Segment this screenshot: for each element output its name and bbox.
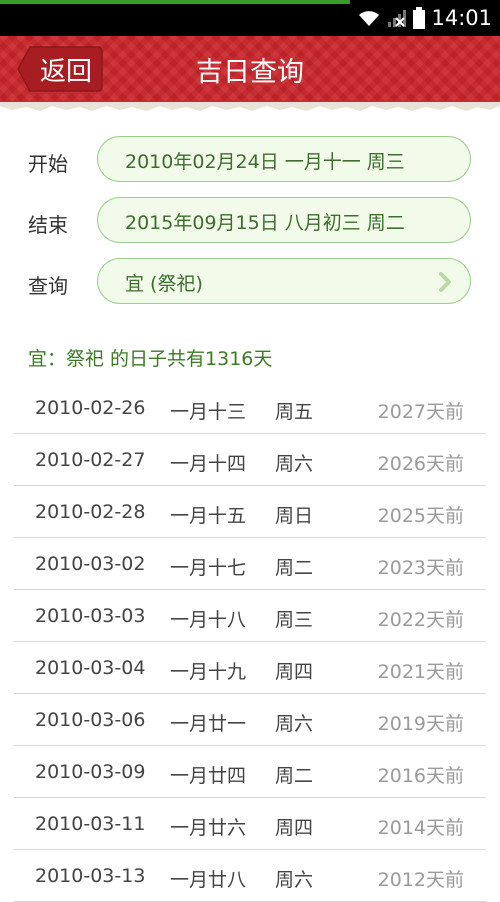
row-date: 2010-03-03 bbox=[35, 605, 146, 627]
app-header: 返回 吉日查询 bbox=[0, 36, 500, 111]
list-item[interactable]: 2010-03-06 一月廿一 周六 2019天前 bbox=[14, 694, 486, 746]
row-date: 2010-02-28 bbox=[35, 501, 146, 523]
battery-icon bbox=[413, 7, 426, 29]
row-weekday: 周二 bbox=[275, 557, 314, 579]
row-weekday: 周三 bbox=[275, 609, 314, 631]
list-item[interactable]: 2010-02-28 一月十五 周日 2025天前 bbox=[14, 486, 486, 538]
page-title: 吉日查询 bbox=[196, 57, 304, 88]
result-list: 2010-02-26 一月十三 周五 2027天前 2010-02-27 一月十… bbox=[14, 382, 486, 902]
query-select[interactable]: 宜 (祭祀) bbox=[97, 258, 471, 304]
row-days-ago: 2026天前 bbox=[377, 453, 464, 475]
row-lunar: 一月十三 bbox=[170, 401, 247, 423]
row-days-ago: 2023天前 bbox=[377, 557, 464, 579]
wifi-icon bbox=[359, 11, 380, 26]
row-lunar: 一月廿一 bbox=[170, 713, 247, 735]
start-date-field[interactable]: 2010年02月24日 一月十一 周三 bbox=[97, 136, 471, 182]
status-icons: 14:01 bbox=[357, 6, 492, 30]
status-bar: 14:01 bbox=[0, 0, 500, 36]
row-days-ago: 2025天前 bbox=[377, 505, 464, 527]
row-weekday: 周六 bbox=[275, 453, 314, 475]
row-date: 2010-03-02 bbox=[35, 553, 146, 575]
query-label: 查询 bbox=[28, 274, 68, 298]
end-label: 结束 bbox=[28, 213, 68, 237]
list-item[interactable]: 2010-03-02 一月十七 周二 2023天前 bbox=[14, 538, 486, 590]
row-weekday: 周五 bbox=[275, 401, 314, 423]
row-date: 2010-03-06 bbox=[35, 709, 146, 731]
row-date: 2010-03-04 bbox=[35, 657, 146, 679]
row-lunar: 一月十五 bbox=[170, 505, 247, 527]
row-lunar: 一月十四 bbox=[170, 453, 247, 475]
list-item[interactable]: 2010-03-04 一月十九 周四 2021天前 bbox=[14, 642, 486, 694]
row-days-ago: 2027天前 bbox=[377, 401, 464, 423]
row-days-ago: 2022天前 bbox=[377, 609, 464, 631]
row-date: 2010-02-27 bbox=[35, 449, 146, 471]
row-lunar: 一月十七 bbox=[170, 557, 247, 579]
row-days-ago: 2014天前 bbox=[377, 817, 464, 839]
row-date: 2010-02-26 bbox=[35, 397, 146, 419]
row-date: 2010-03-09 bbox=[35, 761, 146, 783]
row-weekday: 周四 bbox=[275, 661, 314, 683]
list-item[interactable]: 2010-03-09 一月廿四 周二 2016天前 bbox=[14, 746, 486, 798]
chevron-right-icon bbox=[439, 272, 451, 292]
clock-time: 14:01 bbox=[431, 6, 492, 30]
row-lunar: 一月十九 bbox=[170, 661, 247, 683]
start-label: 开始 bbox=[28, 152, 68, 176]
row-weekday: 周六 bbox=[275, 713, 314, 735]
signal-icon bbox=[388, 10, 407, 27]
row-date: 2010-03-11 bbox=[35, 813, 146, 835]
row-weekday: 周四 bbox=[275, 817, 314, 839]
list-item[interactable]: 2010-02-26 一月十三 周五 2027天前 bbox=[14, 382, 486, 434]
end-date-field[interactable]: 2015年09月15日 八月初三 周二 bbox=[97, 197, 471, 243]
list-item[interactable]: 2010-03-11 一月廿六 周四 2014天前 bbox=[14, 798, 486, 850]
query-value: 宜 (祭祀) bbox=[125, 273, 203, 295]
list-item[interactable]: 2010-02-27 一月十四 周六 2026天前 bbox=[14, 434, 486, 486]
end-date-value: 2015年09月15日 八月初三 周二 bbox=[125, 212, 405, 234]
row-lunar: 一月廿六 bbox=[170, 817, 247, 839]
row-days-ago: 2021天前 bbox=[377, 661, 464, 683]
result-summary: 宜：祭祀 的日子共有1316天 bbox=[28, 348, 273, 370]
row-weekday: 周日 bbox=[275, 505, 314, 527]
list-item[interactable]: 2010-03-03 一月十八 周三 2022天前 bbox=[14, 590, 486, 642]
row-date: 2010-03-13 bbox=[35, 865, 146, 887]
start-date-value: 2010年02月24日 一月十一 周三 bbox=[125, 151, 405, 173]
row-lunar: 一月十八 bbox=[170, 609, 247, 631]
list-item[interactable]: 2010-03-13 一月廿八 周六 2012天前 bbox=[14, 850, 486, 902]
header-torn-edge bbox=[0, 102, 500, 111]
row-weekday: 周二 bbox=[275, 765, 314, 787]
loading-progress-bar bbox=[0, 0, 350, 4]
row-days-ago: 2019天前 bbox=[377, 713, 464, 735]
row-lunar: 一月廿四 bbox=[170, 765, 247, 787]
row-days-ago: 2016天前 bbox=[377, 765, 464, 787]
